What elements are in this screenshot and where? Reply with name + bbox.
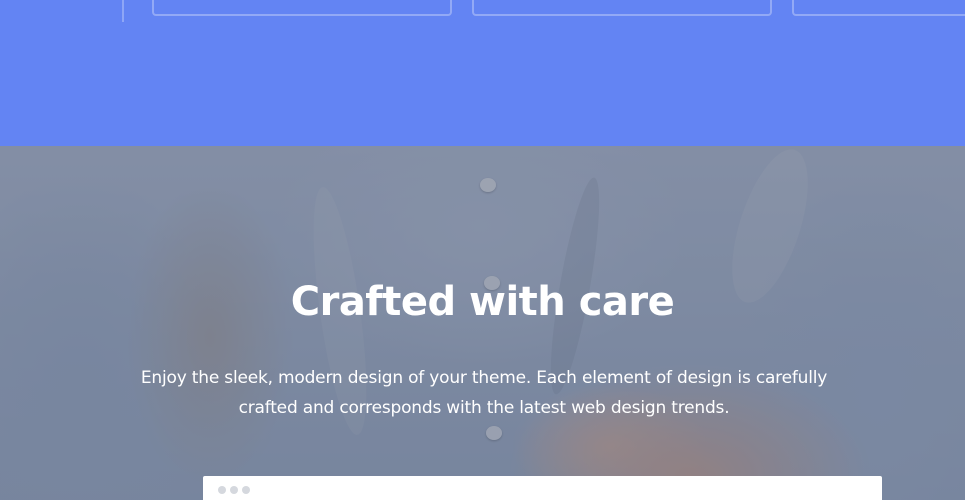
band-divider	[122, 0, 124, 22]
window-dot-icon	[242, 486, 250, 494]
window-dot-icon	[230, 486, 238, 494]
feature-card-1	[152, 0, 452, 16]
hero-description: Enjoy the sleek, modern design of your t…	[140, 368, 828, 418]
feature-card-2	[472, 0, 772, 16]
page: Crafted with care Enjoy the sleek, moder…	[0, 0, 965, 500]
browser-mockup	[203, 476, 882, 500]
hero-title: Crafted with care	[290, 279, 675, 325]
hero-section: Crafted with care Enjoy the sleek, moder…	[0, 146, 965, 500]
window-dot-icon	[218, 486, 226, 494]
feature-card-3	[792, 0, 965, 16]
top-feature-band	[0, 0, 965, 146]
